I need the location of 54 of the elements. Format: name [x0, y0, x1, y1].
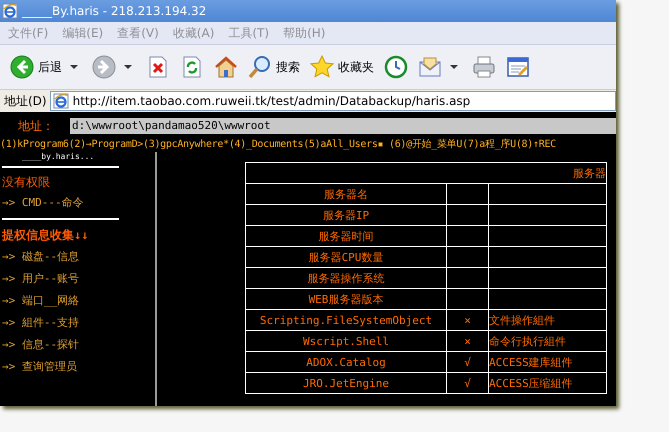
address-field[interactable]: http://item.taobao.com.ruweii.tk/test/admin/Databackup/haris.asp [50, 91, 616, 111]
sidebar-link[interactable]: →> 磁盘--信息 [0, 246, 155, 268]
table-cell: Scripting.FileSystemObject [246, 310, 446, 330]
toolbar-button[interactable]: 后退 [8, 53, 64, 81]
sidebar-link[interactable]: →> 用户--账号 [0, 268, 155, 290]
ie-icon [52, 93, 69, 109]
path-field[interactable]: d:\wwwroot\pandamao520\wwwroot [70, 118, 616, 134]
signature: ____by.haris... [21, 152, 96, 162]
forward-icon [92, 55, 116, 79]
window-title: _____By.haris - 218.213.194.32 [22, 4, 206, 18]
table-cell: ACCESS压缩組件 [488, 372, 606, 394]
sidebar-link[interactable]: →> 查询管理员 [0, 356, 155, 378]
search-icon [248, 55, 272, 79]
table-cell: 服务器操作系统 [246, 268, 446, 288]
notice-text: 没有权限 [1, 174, 51, 191]
sidebar-link[interactable]: →> 信息--探针 [0, 334, 155, 356]
caret-icon[interactable] [124, 65, 132, 69]
table-cell: 服务器名 [246, 184, 446, 204]
table-cell: Wscript.Shell [246, 330, 446, 352]
table-cell: √ [446, 372, 488, 394]
table-cell: WEB服务器版本 [246, 288, 446, 310]
sidebar-link[interactable]: →> 端口__网絡 [0, 290, 155, 312]
clock-icon [384, 55, 408, 79]
toolbar-button[interactable] [90, 53, 118, 81]
notepad-icon [506, 55, 530, 79]
sidebar-link[interactable]: →> CMD---命令 [0, 192, 155, 214]
address-label: 地址(D) [4, 92, 47, 110]
table-cell: 服务器IP [246, 204, 446, 226]
table-cell: 服务器时间 [246, 226, 446, 246]
table-title: 服务器 [573, 166, 606, 180]
toolbar-button[interactable]: 搜索 [246, 53, 302, 81]
table-cell: JRO.JetEngine [246, 372, 446, 394]
table-cell: × [446, 330, 488, 352]
toolbar-button[interactable] [382, 53, 410, 81]
table-cell: ACCESS建库組件 [488, 352, 606, 372]
caret-icon[interactable] [450, 65, 458, 69]
path-label: 地址： [18, 118, 54, 134]
quick-paths: (1)kProgram6(2)→ProgramD>(3)gpcAnywhere*(4)_Documents(5)aAll_Users▪ (6)@开始_菜单U(7)a程_序U(8)↑REC [0, 138, 557, 152]
table-cell: 服务器CPU数量 [246, 246, 446, 268]
back-icon [10, 55, 34, 79]
house-icon [214, 55, 238, 79]
ie-icon [2, 3, 18, 19]
table-cell: 文件操作組件 [488, 310, 606, 330]
table-cell: ADOX.Catalog [246, 352, 446, 372]
table-cell: √ [446, 352, 488, 372]
caret-icon[interactable] [70, 65, 78, 69]
printer-icon [472, 55, 496, 79]
toolbar-button[interactable]: 收藏夹 [308, 53, 376, 81]
envelope-icon [418, 55, 442, 79]
section-heading: 提权信息收集↓↓ [0, 227, 90, 244]
table-cell: × [446, 310, 488, 330]
star-icon [310, 55, 334, 79]
table-cell: 命令行执行組件 [488, 330, 606, 352]
sidebar-link[interactable]: →> 組件--支持 [0, 312, 155, 334]
